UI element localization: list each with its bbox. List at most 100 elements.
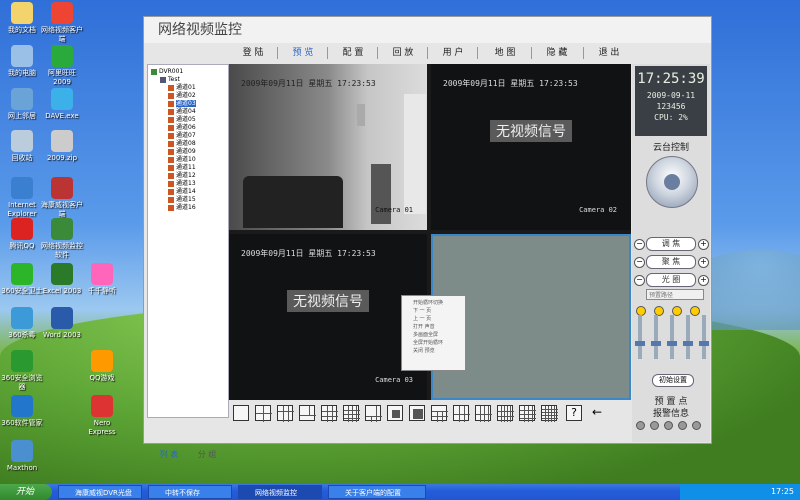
ptz-direction-pad[interactable] [646,156,698,208]
zoom-plus-button[interactable]: + [698,239,709,250]
tree-root[interactable]: DVR001 [151,68,183,76]
iris-button[interactable]: 光 圈 [646,273,696,287]
saturation-slider[interactable] [667,315,677,359]
tree-channel[interactable]: 通道10 [168,156,196,164]
tree-tab-group[interactable]: 分 组 [188,449,226,461]
taskbar-button-video-monitor[interactable]: 网络视频监控 [238,485,322,499]
focus-plus-button[interactable]: + [698,257,709,268]
tree-channel[interactable]: 通道02 [168,92,196,100]
tree-group[interactable]: Test [160,76,180,84]
tree-channel[interactable]: 通道05 [168,116,196,124]
layout-button[interactable] [497,405,514,422]
tree-channel[interactable]: 通道09 [168,148,196,156]
zoom-minus-button[interactable]: − [634,239,645,250]
desktop-icon-my-documents[interactable]: 我的文档 [0,2,44,35]
desktop-icon-maxthon[interactable]: Maxthon [0,440,44,473]
layout-button[interactable] [321,405,338,422]
desktop-icon-hikvision[interactable]: 海康威视客户端 [40,177,84,219]
context-menu-item[interactable]: 下 一 页 [402,307,465,315]
taskbar-button-relay[interactable]: 中转不保存 [148,485,232,499]
layout-button[interactable] [475,405,492,422]
desktop-icon-my-computer[interactable]: 我的电脑 [0,45,44,78]
context-menu-item[interactable]: 多画面全屏 [402,331,465,339]
tree-channel[interactable]: 通道14 [168,188,196,196]
start-button[interactable]: 开始 [0,484,52,500]
context-menu-item[interactable]: 关闭 预览 [402,347,465,355]
menu-playback[interactable]: 回 放 [383,43,423,63]
layout-button[interactable] [453,405,470,422]
contrast-slider[interactable] [651,315,661,359]
desktop-icon-qq-games[interactable]: QQ游戏 [80,350,124,383]
preset-path-select[interactable]: 预置路径 [646,289,704,300]
preset-dot[interactable] [678,421,687,430]
desktop-icon-qq[interactable]: 腾讯QQ [0,218,44,251]
tree-channel[interactable]: 通道04 [168,108,196,116]
layout-button[interactable] [255,405,272,422]
tree-channel[interactable]: 通道12 [168,172,196,180]
default-settings-button[interactable]: 初始设置 [652,374,694,387]
menu-map[interactable]: 地 图 [485,43,525,63]
desktop-icon-360-manager[interactable]: 360软件管家 [0,395,44,428]
desktop-icon-360-guard[interactable]: 360安全卫士 [0,263,44,296]
menu-login[interactable]: 登 陆 [233,43,273,63]
video-pane-3[interactable]: 2009年09月11日 星期五 17:23:53 无视频信号 Camera 03 [229,234,427,400]
tree-channel[interactable]: 通道08 [168,140,196,148]
desktop-icon-ttplayer[interactable]: 千千静听 [80,263,124,296]
layout-button[interactable] [431,405,448,422]
menu-exit[interactable]: 退 出 [589,43,629,63]
preset-dot[interactable] [650,421,659,430]
desktop-icon-zip[interactable]: 2009.zip [40,130,84,163]
tree-channel[interactable]: 通道13 [168,180,196,188]
layout-button[interactable] [409,405,425,421]
focus-minus-button[interactable]: − [634,257,645,268]
taskbar-button-client-config[interactable]: 关于客户端的配置 [328,485,426,499]
video-pane-1[interactable]: 2009年09月11日 星期五 17:23:53 Camera 01 [229,64,427,230]
hue-slider[interactable] [683,315,693,359]
tree-channel[interactable]: 通道16 [168,204,196,212]
ptz-center-button[interactable] [664,174,680,190]
tree-channel[interactable]: 通道11 [168,164,196,172]
tree-tab-list[interactable]: 列 表 [150,449,188,461]
desktop-icon-ie[interactable]: Internet Explorer [0,177,44,219]
context-menu-item[interactable]: 开始循环切换 [402,299,465,307]
layout-button[interactable] [387,405,403,421]
tree-channel[interactable]: 通道01 [168,84,196,92]
context-menu-item[interactable]: 上 一 页 [402,315,465,323]
preset-dot[interactable] [636,421,645,430]
tree-channel[interactable]: 通道07 [168,132,196,140]
desktop-icon-network[interactable]: 网上邻居 [0,88,44,121]
desktop-icon-360-browser[interactable]: 360安全浏览器 [0,350,44,392]
layout-button[interactable] [541,405,558,422]
tree-channel[interactable]: 通道06 [168,124,196,132]
tree-channel[interactable]: 通道03 [168,100,196,108]
focus-button[interactable]: 聚 焦 [646,255,696,269]
back-arrow-button[interactable]: ← [589,405,605,421]
desktop-icon-360-antivirus[interactable]: 360杀毒 [0,307,44,340]
desktop-icon-dave[interactable]: DAVE.exe [40,88,84,121]
layout-button[interactable] [233,405,249,421]
desktop-icon-excel[interactable]: Excel 2003 [40,263,84,296]
menu-hide[interactable]: 隐 藏 [537,43,577,63]
desktop-icon-aliwangwang[interactable]: 阿里旺旺2009 [40,45,84,87]
layout-button[interactable] [519,405,536,422]
layout-button[interactable] [365,405,382,422]
help-button[interactable]: ? [566,405,582,421]
desktop-icon-monitor-software[interactable]: 网络视频监控软件 [40,218,84,260]
preset-dot[interactable] [664,421,673,430]
layout-button[interactable] [299,405,316,421]
iris-plus-button[interactable]: + [698,275,709,286]
volume-slider[interactable] [699,315,709,359]
menu-users[interactable]: 用 户 [433,43,473,63]
desktop-icon-word[interactable]: Word 2003 [40,307,84,340]
context-menu-item[interactable]: 全屏开始循环 [402,339,465,347]
zoom-button[interactable]: 调 焦 [646,237,696,251]
taskbar-button-dvr-disc[interactable]: 海康威视DVR光盘 [58,485,142,499]
desktop-icon-video-client[interactable]: 网络视频客户端 [40,2,84,44]
preset-dot[interactable] [692,421,701,430]
context-menu-item[interactable]: 打开 声音 [402,323,465,331]
video-pane-2[interactable]: 2009年09月11日 星期五 17:23:53 无视频信号 Camera 02 [431,64,631,230]
iris-minus-button[interactable]: − [634,275,645,286]
device-tree[interactable]: DVR001 Test 列 表 分 组 通道01 通道02 通道03 通道04 通道05… [147,64,229,459]
tree-channel[interactable]: 通道15 [168,196,196,204]
menu-config[interactable]: 配 置 [333,43,373,63]
